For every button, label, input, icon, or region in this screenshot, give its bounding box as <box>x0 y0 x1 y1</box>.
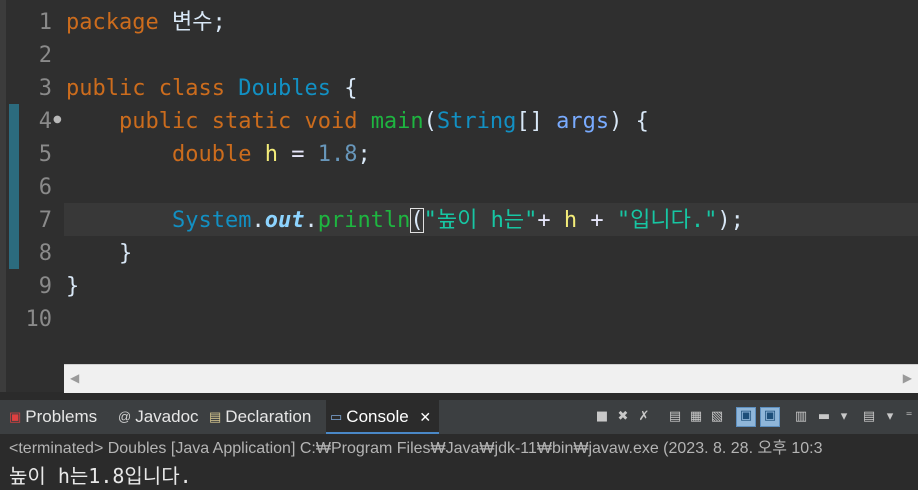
matching-bracket: ( <box>410 208 424 233</box>
terminated-status: <terminated> Doubles [Java Application] … <box>9 440 823 457</box>
tab-javadoc[interactable]: @ Javadoc <box>118 400 199 434</box>
dot: . <box>251 208 265 233</box>
keyword-package: package <box>66 10 159 35</box>
pin-console-icon[interactable]: ▥ <box>793 409 809 425</box>
code-line-5: double h = 1.8; <box>66 138 371 171</box>
console-tab-bar: ▣ Problems @ Javadoc ▤ Declaration ▭ Console… <box>0 400 918 434</box>
plus-operator: + <box>537 208 551 233</box>
method-println: println <box>317 208 411 233</box>
code-line-4: public static void main(String[] args) { <box>66 105 649 138</box>
line-number: 10 <box>25 307 53 332</box>
tab-console[interactable]: ▭ Console ✕ <box>326 400 440 434</box>
class-name: Doubles <box>238 76 331 101</box>
console-output-line: 높이 h는1.8입니다. <box>9 464 192 488</box>
tab-declaration[interactable]: ▤ Declaration <box>209 400 311 434</box>
keyword-public: public <box>118 109 199 134</box>
keyword-double: double <box>171 142 252 167</box>
line-number: 5 <box>38 142 52 167</box>
array-brackets: [] <box>516 109 543 134</box>
code-text-area[interactable] <box>64 0 918 364</box>
scroll-left-icon[interactable]: ◀ <box>70 370 79 386</box>
keyword-void: void <box>304 109 358 134</box>
console-output-area[interactable]: <terminated> Doubles [Java Application] … <box>0 434 918 490</box>
code-line-1: package 변수; <box>66 6 226 39</box>
keyword-public: public <box>66 76 146 101</box>
line-number: 4 <box>38 109 52 134</box>
tab-label: Problems <box>25 407 98 426</box>
code-line-8: } <box>66 237 132 270</box>
number-literal: 1.8 <box>317 142 358 167</box>
horizontal-scrollbar[interactable]: ◀ ▶ <box>64 364 918 393</box>
package-name: 변수; <box>158 10 226 35</box>
minimize-icon[interactable]: ⁼ <box>904 409 914 425</box>
line-number: 6 <box>38 175 52 200</box>
terminate-icon[interactable]: ■ <box>594 409 610 425</box>
class-system: System <box>171 208 252 233</box>
string-literal: "높이 h는" <box>423 208 538 233</box>
declaration-icon: ▤ <box>209 409 222 424</box>
open-brace: { <box>344 76 358 101</box>
clear-console-icon[interactable]: ▤ <box>667 409 683 425</box>
problems-icon: ▣ <box>9 409 22 424</box>
line-number: 1 <box>38 10 52 35</box>
code-editor[interactable]: 1 2 3 4 5 6 7 8 9 10 ● package 변수; publi… <box>0 0 918 393</box>
fold-collapse-icon[interactable]: ● <box>53 115 62 125</box>
close-tab-icon[interactable]: ✕ <box>419 409 431 425</box>
param-type: String <box>436 109 517 134</box>
remove-launch-icon[interactable]: ✖ <box>615 409 631 425</box>
show-console-stderr-icon[interactable]: ▣ <box>760 407 780 427</box>
variable-h: h <box>563 208 578 233</box>
code-line-7: System.out.println("높이 h는"+ h + "입니다."); <box>66 204 744 237</box>
open-paren: ( <box>423 109 437 134</box>
console-icon: ▭ <box>330 409 343 424</box>
scroll-right-icon[interactable]: ▶ <box>903 370 912 386</box>
code-line-3: public class Doubles { <box>66 72 357 105</box>
open-brace: { <box>635 109 649 134</box>
line-number: 2 <box>38 43 52 68</box>
assign-operator: = <box>291 142 305 167</box>
remove-all-terminated-icon[interactable]: ✗ <box>636 409 652 425</box>
display-console-icon[interactable]: ▬ <box>816 409 832 425</box>
tab-problems[interactable]: ▣ Problems <box>9 400 97 434</box>
statement-end: ); <box>717 208 744 233</box>
line-number: 9 <box>38 274 52 299</box>
tab-label: Console <box>346 407 409 426</box>
field-out: out <box>264 208 305 233</box>
display-dropdown-icon[interactable]: ▾ <box>836 409 852 425</box>
tab-label: Javadoc <box>135 407 199 426</box>
open-console-icon[interactable]: ▤ <box>861 409 877 425</box>
close-paren: ) <box>609 109 623 134</box>
line-number: 8 <box>38 241 52 266</box>
dot: . <box>304 208 318 233</box>
tab-label: Declaration <box>225 407 312 426</box>
scroll-lock-icon[interactable]: ▦ <box>688 409 704 425</box>
at-icon: @ <box>118 409 132 424</box>
plus-operator: + <box>590 208 604 233</box>
string-literal: "입니다." <box>616 208 718 233</box>
close-brace: } <box>118 241 133 266</box>
variable-h: h <box>264 142 278 167</box>
keyword-static: static <box>211 109 292 134</box>
close-brace: } <box>66 274 80 299</box>
code-line-9: } <box>66 270 79 303</box>
semicolon: ; <box>357 142 371 167</box>
open-console-dropdown-icon[interactable]: ▾ <box>882 409 898 425</box>
param-name: args <box>556 109 610 134</box>
method-name: main <box>370 109 424 134</box>
word-wrap-icon[interactable]: ▧ <box>709 409 725 425</box>
line-number: 7 <box>38 208 52 233</box>
line-number: 3 <box>38 76 52 101</box>
show-console-stdout-icon[interactable]: ▣ <box>736 407 756 427</box>
keyword-class: class <box>158 76 225 101</box>
